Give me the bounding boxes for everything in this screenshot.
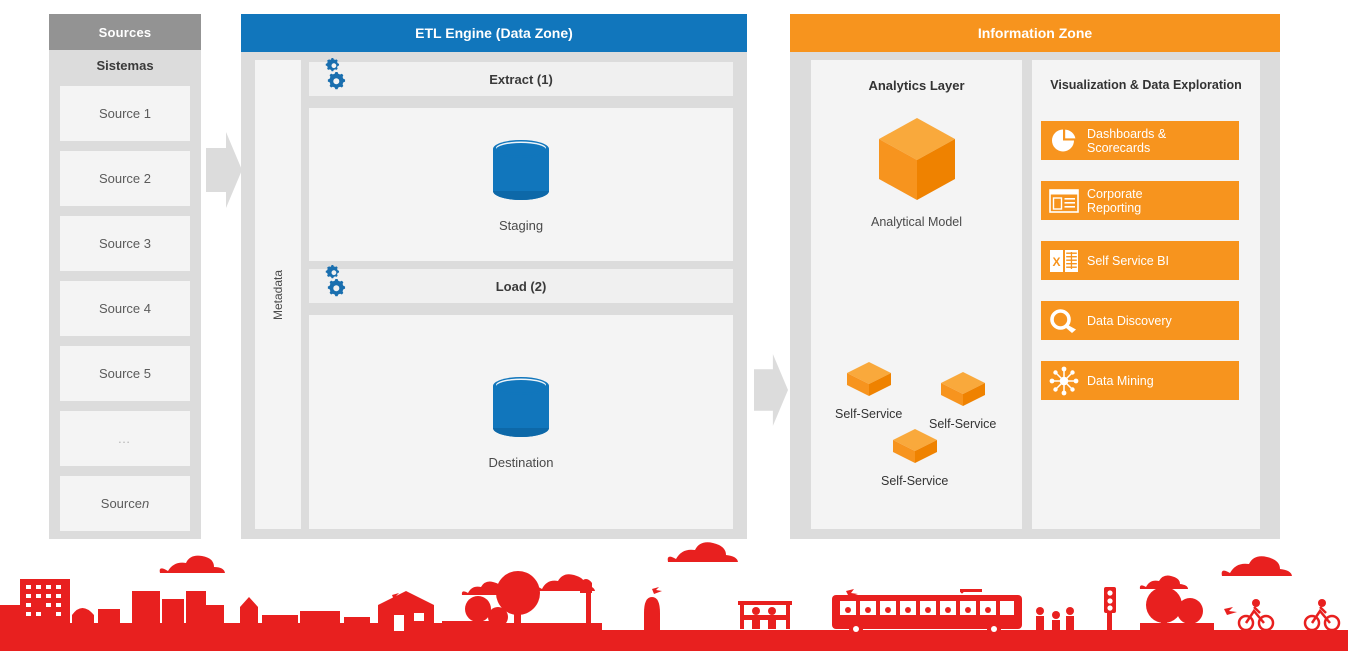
load-title: Load (2): [496, 279, 547, 294]
self-service-node[interactable]: Self-Service: [929, 370, 996, 431]
list-item[interactable]: Source n: [60, 476, 190, 531]
self-service-label: Self-Service: [881, 474, 948, 488]
source-label-variable: n: [142, 496, 149, 511]
self-service-label: Self-Service: [835, 407, 902, 421]
database-cylinder-icon: [491, 375, 551, 444]
gears-icon: [319, 265, 353, 308]
visualization-title: Visualization & Data Exploration: [1032, 78, 1260, 92]
report-document-icon: [1041, 189, 1087, 213]
gears-icon: [319, 58, 353, 101]
visualization-panel: Visualization & Data Exploration Dashboa…: [1032, 60, 1260, 529]
sources-panel: Sources Sistemas Source 1 Source 2 Sourc…: [49, 14, 201, 539]
source-list: Source 1 Source 2 Source 3 Source 4 Sour…: [60, 86, 190, 541]
orange-cube-icon: [876, 116, 958, 207]
viz-button-label: Self Service BI: [1087, 254, 1169, 268]
source-label: Source 5: [99, 366, 151, 381]
metadata-label: Metadata: [271, 269, 285, 319]
analytical-model-label: Analytical Model: [871, 215, 962, 229]
extract-bar[interactable]: Extract (1): [309, 62, 733, 96]
network-nodes-icon: [1041, 366, 1087, 396]
staging-area: Staging: [309, 108, 733, 261]
sources-header: Sources: [49, 14, 201, 50]
information-zone-panel: Information Zone Analytics Layer Analyti…: [790, 14, 1280, 539]
staging-label: Staging: [499, 218, 543, 233]
etl-panel: ETL Engine (Data Zone) Metadata Extrac: [241, 14, 747, 539]
source-label: Source: [101, 496, 142, 511]
viz-button-label: Data Mining: [1087, 374, 1154, 388]
list-item[interactable]: Source 1: [60, 86, 190, 141]
viz-button-data-mining[interactable]: Data Mining: [1041, 361, 1239, 400]
orange-cube-icon: [845, 360, 893, 403]
source-label: Source 2: [99, 171, 151, 186]
list-item[interactable]: Source 2: [60, 151, 190, 206]
self-service-node[interactable]: Self-Service: [881, 427, 948, 488]
sistemas-label: Sistemas: [49, 50, 201, 80]
viz-button-data-discovery[interactable]: Data Discovery: [1041, 301, 1239, 340]
viz-button-corporate-reporting[interactable]: Corporate Reporting: [1041, 181, 1239, 220]
source-label: Source 3: [99, 236, 151, 251]
orange-cube-icon: [939, 370, 987, 413]
pie-chart-icon: [1041, 128, 1087, 154]
ellipsis-icon: …: [118, 431, 133, 446]
arrow-etl-to-information: [754, 352, 788, 428]
arrow-sources-to-etl: [206, 132, 242, 208]
list-item[interactable]: Source 4: [60, 281, 190, 336]
viz-button-dashboards[interactable]: Dashboards & Scorecards: [1041, 121, 1239, 160]
orange-cube-icon: [891, 427, 939, 470]
database-cylinder-icon: [491, 138, 551, 207]
source-label: Source 4: [99, 301, 151, 316]
list-item[interactable]: Source 3: [60, 216, 190, 271]
destination-area: Destination: [309, 315, 733, 529]
destination-label: Destination: [488, 455, 553, 470]
source-label: Source 1: [99, 106, 151, 121]
list-item-ellipsis[interactable]: …: [60, 411, 190, 466]
analytics-layer-panel: Analytics Layer Analytical Model: [811, 60, 1022, 529]
information-zone-header: Information Zone: [790, 14, 1280, 52]
viz-button-label: Data Discovery: [1087, 314, 1172, 328]
bottom-accent-bar: [0, 633, 1348, 651]
magnifier-icon: [1041, 308, 1087, 334]
analytical-model-block: Analytical Model: [811, 116, 1022, 229]
destination-block: Destination: [309, 375, 733, 470]
viz-button-label: Corporate Reporting: [1087, 187, 1143, 215]
analytics-layer-title: Analytics Layer: [811, 78, 1022, 93]
list-item[interactable]: Source 5: [60, 346, 190, 401]
viz-button-self-service-bi[interactable]: X Self Service BI: [1041, 241, 1239, 280]
staging-block: Staging: [309, 138, 733, 233]
load-bar[interactable]: Load (2): [309, 269, 733, 303]
diagram-canvas: Sources Sistemas Source 1 Source 2 Sourc…: [0, 0, 1348, 651]
svg-text:X: X: [1052, 255, 1060, 269]
metadata-bar: Metadata: [255, 60, 301, 529]
etl-header: ETL Engine (Data Zone): [241, 14, 747, 52]
self-service-node[interactable]: Self-Service: [835, 360, 902, 421]
excel-spreadsheet-icon: X: [1041, 248, 1087, 274]
extract-title: Extract (1): [489, 72, 553, 87]
viz-button-label: Dashboards & Scorecards: [1087, 127, 1166, 155]
